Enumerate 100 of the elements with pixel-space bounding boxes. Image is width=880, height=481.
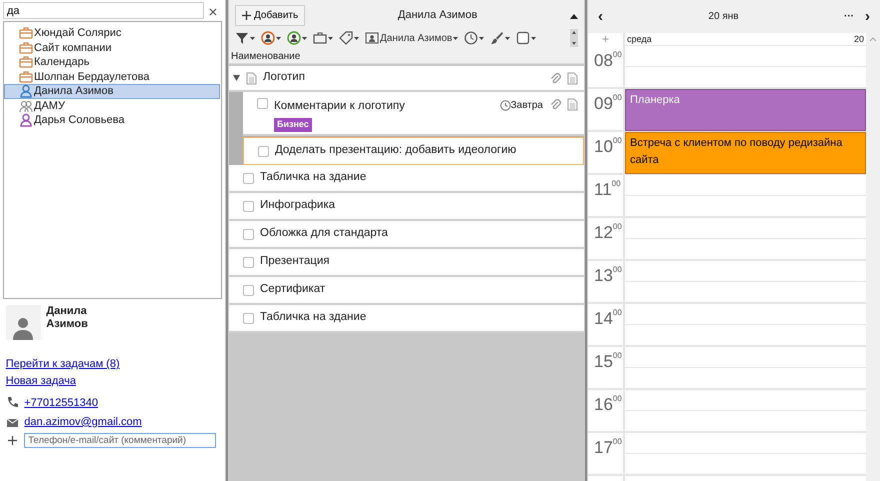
- more-button[interactable]: ···: [844, 12, 854, 22]
- contact-name: Дарья Соловьева: [34, 113, 124, 128]
- contact-name: Календарь: [34, 55, 90, 70]
- paperclip-icon: [549, 72, 561, 84]
- previous-button[interactable]: ‹: [598, 9, 603, 24]
- contact-list-item[interactable]: Дарья Соловьева: [4, 113, 220, 128]
- plus-icon: [6, 434, 19, 447]
- task-link[interactable]: Перейти к задачам (8): [6, 356, 120, 372]
- contact-name: Сайт компании: [34, 40, 112, 56]
- hour-label: 10$^{00}$: [594, 137, 622, 156]
- contact-name: Шолпан Бердаулетова: [34, 70, 150, 84]
- contact-name: Хюндай Солярис: [34, 26, 122, 41]
- caret-icon: [505, 36, 510, 40]
- briefcase-icon: [19, 40, 33, 55]
- caret-icon: [531, 36, 536, 40]
- task-checkbox[interactable]: [243, 228, 254, 240]
- task-link[interactable]: Новая задача: [6, 372, 76, 389]
- contact-list-item[interactable]: Данила Азимов: [4, 84, 220, 98]
- task-title[interactable]: Табличка на здание: [260, 169, 366, 187]
- people-icon: [19, 98, 33, 113]
- toolbar-dropdown[interactable]: [287, 31, 307, 45]
- contact-list-item[interactable]: Хюндай Солярис: [4, 26, 220, 40]
- briefcase-icon: [19, 55, 33, 70]
- toolbar-dropdown[interactable]: [490, 31, 510, 45]
- contact-card-icon: [365, 31, 379, 45]
- search-field[interactable]: да: [3, 2, 204, 19]
- hour-label: 11$^{00}$: [594, 180, 621, 199]
- contact-detail-link[interactable]: dan.azimov@gmail.com: [24, 414, 142, 430]
- document-icon: [246, 72, 257, 84]
- contact-detail-link[interactable]: +77012551340: [24, 394, 98, 411]
- toolbar-dropdown[interactable]: [235, 31, 255, 45]
- hour-label: 16$^{00}$: [594, 395, 622, 414]
- task-checkbox[interactable]: [243, 200, 254, 212]
- clock-icon: [464, 31, 478, 45]
- task-checkbox[interactable]: [258, 146, 269, 156]
- task-title[interactable]: Сертификат: [260, 281, 326, 299]
- hour-label: 12$^{00}$: [594, 223, 622, 242]
- next-button[interactable]: ›: [865, 9, 870, 24]
- toolbar-dropdown[interactable]: [313, 31, 333, 45]
- calendar-event[interactable]: Встреча с клиентом по поводу редизайна сайта: [625, 132, 866, 174]
- close-icon: [209, 8, 217, 16]
- tag-icon: [339, 31, 353, 45]
- day-number: 20: [854, 33, 864, 45]
- person-icon: [19, 113, 33, 128]
- task-row[interactable]: Доделать презентацию: добавить идеологию: [243, 137, 584, 165]
- add-button[interactable]: Добавить: [235, 5, 306, 26]
- hour-label: 09$^{00}$: [594, 94, 622, 113]
- task-title[interactable]: Инфографика: [260, 197, 336, 215]
- contact-list-item[interactable]: Шолпан Бердаулетова: [4, 70, 220, 84]
- caret-icon: [453, 36, 458, 40]
- square-icon: [516, 31, 530, 45]
- toolbar-dropdown[interactable]: [261, 31, 281, 45]
- toolbar-dropdown[interactable]: [464, 31, 484, 45]
- paperclip-icon: [549, 98, 561, 110]
- collapse-icon[interactable]: [570, 12, 578, 18]
- person-icon: [287, 31, 301, 45]
- caret-icon: [250, 36, 255, 40]
- task-title[interactable]: Комментарии к логотипу: [274, 98, 405, 116]
- contact-list-item[interactable]: Календарь: [4, 55, 220, 70]
- task-tag: Бизнес: [274, 118, 312, 132]
- calendar-event[interactable]: Планерка: [625, 89, 866, 131]
- task-checkbox[interactable]: [243, 312, 254, 324]
- toolbar-dropdown[interactable]: [516, 31, 536, 45]
- clock-icon: [500, 100, 511, 111]
- contact-card-name: Данила Азимов: [46, 304, 89, 332]
- task-title[interactable]: Презентация: [260, 253, 330, 271]
- person-icon: [19, 84, 33, 98]
- task-checkbox[interactable]: [243, 256, 254, 268]
- toolbar-dropdown[interactable]: Данила Азимов: [365, 30, 458, 46]
- contact-list-item[interactable]: ДАМУ: [4, 98, 220, 113]
- task-checkbox[interactable]: [257, 98, 268, 109]
- task-title[interactable]: Логотип: [263, 69, 305, 87]
- briefcase-icon: [19, 70, 33, 84]
- briefcase-icon: [313, 31, 327, 45]
- toolbar-dropdown[interactable]: [339, 31, 359, 45]
- task-checkbox[interactable]: [243, 284, 254, 296]
- document-icon: [567, 98, 578, 111]
- task-title[interactable]: Табличка на здание: [260, 309, 366, 327]
- hour-label: 14$^{00}$: [594, 309, 622, 328]
- task-checkbox[interactable]: [243, 172, 254, 184]
- contact-name: Данила Азимов: [34, 84, 114, 99]
- caret-icon: [302, 36, 307, 40]
- due-date: Завтра: [510, 99, 543, 113]
- person-silhouette-icon: [12, 316, 34, 340]
- caret-icon: [479, 36, 484, 40]
- scroll-up-icon: [869, 36, 877, 42]
- contact-detail-field[interactable]: Телефон/e-mail/сайт (комментарий): [24, 433, 216, 448]
- hour-label: 17$^{00}$: [594, 438, 622, 457]
- person-icon: [261, 31, 275, 45]
- contact-list-item[interactable]: Сайт компании: [4, 40, 220, 55]
- contact-name: ДАМУ: [34, 98, 65, 114]
- plus-icon: [242, 11, 251, 20]
- phone-icon: [6, 396, 19, 410]
- calendar-date: 20 янв: [708, 11, 739, 22]
- caret-icon: [354, 36, 359, 40]
- expand-caret-icon[interactable]: [233, 75, 240, 81]
- panel-title: Данила Азимов: [398, 9, 478, 22]
- brush-icon: [490, 31, 504, 45]
- column-header[interactable]: Наименование: [231, 51, 300, 62]
- scroll-arrows-icon: [570, 29, 578, 47]
